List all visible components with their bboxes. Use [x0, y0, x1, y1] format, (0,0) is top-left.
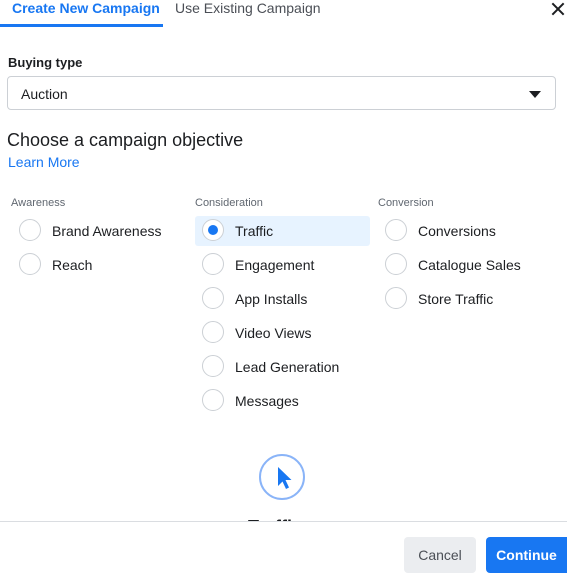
radio-button[interactable] — [385, 219, 407, 241]
tab-create-new-campaign[interactable]: Create New Campaign — [12, 0, 160, 26]
close-icon[interactable] — [551, 2, 565, 16]
learn-more-link[interactable]: Learn More — [8, 154, 80, 170]
cursor-icon — [259, 454, 305, 500]
radio-button[interactable] — [202, 355, 224, 377]
buying-type-value: Auction — [21, 86, 68, 102]
buying-type-select[interactable]: Auction — [7, 76, 556, 110]
objective-option-catalogue-sales[interactable]: Catalogue Sales — [378, 250, 550, 280]
caret-down-icon — [529, 91, 541, 98]
objective-option-lead-generation[interactable]: Lead Generation — [195, 352, 367, 382]
objective-option-video-views[interactable]: Video Views — [195, 318, 367, 348]
objective-option-conversions[interactable]: Conversions — [378, 216, 550, 246]
radio-button[interactable] — [202, 321, 224, 343]
objective-option-traffic[interactable]: Traffic — [195, 216, 370, 246]
objective-option-store-traffic[interactable]: Store Traffic — [378, 284, 550, 314]
objective-option-brand-awareness[interactable]: Brand Awareness — [12, 216, 184, 246]
active-tab-indicator — [0, 24, 163, 27]
objective-option-label: Reach — [52, 257, 93, 273]
campaign-tabs: Create New Campaign Use Existing Campaig… — [0, 0, 567, 30]
objective-option-label: Store Traffic — [418, 291, 494, 307]
campaign-objective-title: Choose a campaign objective — [7, 130, 244, 150]
radio-button[interactable] — [385, 253, 407, 275]
radio-button[interactable] — [19, 219, 41, 241]
buying-type-label: Buying type — [8, 55, 83, 70]
dialog-footer: Cancel Continue — [0, 521, 567, 577]
objective-option-engagement[interactable]: Engagement — [195, 250, 367, 280]
tab-use-existing-campaign[interactable]: Use Existing Campaign — [175, 0, 321, 26]
objective-option-app-installs[interactable]: App Installs — [195, 284, 367, 314]
column-header-conversion: Conversion — [378, 197, 434, 209]
objective-option-reach[interactable]: Reach — [12, 250, 184, 280]
objective-option-label: Conversions — [418, 223, 496, 239]
objective-option-label: App Installs — [235, 291, 308, 307]
objective-option-label: Video Views — [235, 325, 312, 341]
radio-button-checked[interactable] — [202, 219, 224, 241]
objective-option-label: Catalogue Sales — [418, 257, 521, 273]
radio-button[interactable] — [19, 253, 41, 275]
column-header-consideration: Consideration — [195, 197, 263, 209]
radio-button[interactable] — [385, 287, 407, 309]
cancel-button[interactable]: Cancel — [404, 537, 476, 573]
continue-button[interactable]: Continue — [486, 537, 567, 573]
radio-button[interactable] — [202, 287, 224, 309]
column-header-awareness: Awareness — [11, 197, 66, 209]
objective-option-label: Traffic — [235, 223, 274, 239]
objective-option-label: Messages — [235, 393, 299, 409]
objective-option-messages[interactable]: Messages — [195, 386, 367, 416]
objective-option-label: Brand Awareness — [52, 223, 162, 239]
radio-button[interactable] — [202, 389, 224, 411]
objective-option-label: Engagement — [235, 257, 315, 273]
radio-button[interactable] — [202, 253, 224, 275]
objective-option-label: Lead Generation — [235, 359, 340, 375]
